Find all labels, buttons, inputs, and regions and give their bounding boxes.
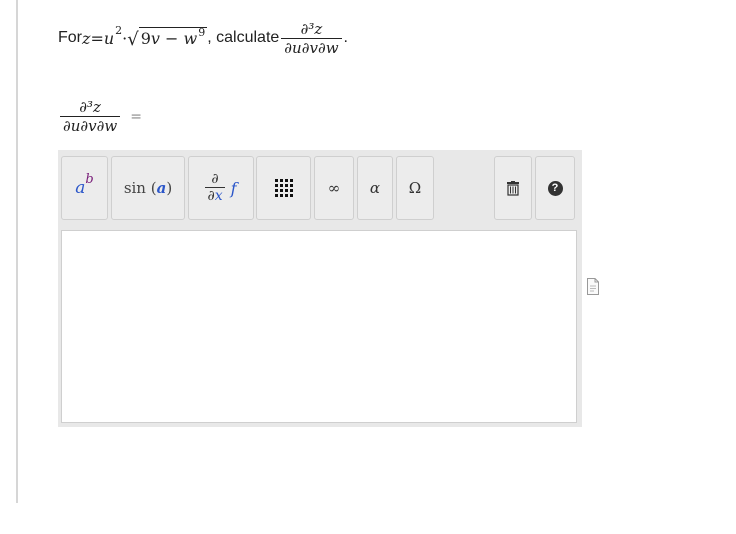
alpha-button[interactable]: α [357, 156, 393, 220]
sin-arg: a [156, 179, 167, 197]
u-exponent: 2 [115, 23, 123, 37]
var-w: w [183, 29, 198, 48]
power-base: a [75, 178, 86, 198]
trash-icon [507, 180, 519, 196]
left-divider [16, 0, 18, 503]
var-u: u [103, 28, 115, 48]
derivative-bottom-x: x [214, 188, 223, 204]
help-button[interactable]: ? [535, 156, 575, 220]
function-button[interactable]: sin (a) [111, 156, 185, 220]
math-editor: ab sin (a) ∂ ∂x f ∞ α Ω ? [58, 150, 582, 427]
equals-sign: = [90, 28, 104, 48]
radicand: 9v − w9 [138, 26, 208, 49]
derivative-symbol: ∂ ∂x [205, 171, 225, 205]
infinity-icon: ∞ [327, 179, 341, 197]
answer-equals: = [130, 108, 142, 125]
square-root: √ 9v − w9 [127, 26, 208, 50]
omega-button[interactable]: Ω [396, 156, 434, 220]
clear-button[interactable] [494, 156, 532, 220]
answer-input[interactable] [61, 230, 577, 423]
matrix-button[interactable] [256, 156, 311, 220]
document-icon[interactable] [587, 278, 599, 300]
w-exponent: 9 [198, 26, 206, 39]
derivative-f: f [230, 178, 237, 198]
power-button[interactable]: ab [61, 156, 108, 220]
answer-numerator: ∂³z [79, 98, 101, 116]
question-prefix: For [58, 29, 82, 46]
question-suffix: . [343, 29, 348, 46]
var-v: v [150, 29, 160, 48]
derivative-denominator: ∂u∂v∂w [281, 37, 342, 57]
minus-sign: − [159, 29, 184, 48]
derivative-fraction: ∂³z ∂u∂v∂w [281, 19, 342, 57]
derivative-top: ∂ [211, 171, 219, 187]
question-middle: , calculate [207, 29, 280, 46]
answer-denominator: ∂u∂v∂w [60, 116, 121, 135]
sin-name: sin [123, 179, 146, 197]
matrix-icon [274, 179, 293, 197]
power-exponent: b [85, 171, 94, 187]
derivative-bottom: ∂x [205, 187, 225, 205]
var-z: z [82, 28, 91, 48]
sin-label: sin (a) [123, 179, 173, 197]
alpha-icon: α [369, 179, 381, 197]
radical-sign: √ [127, 29, 139, 50]
answer-label: ∂³z ∂u∂v∂w = [58, 98, 142, 135]
derivative-numerator: ∂³z [300, 19, 323, 38]
help-icon: ? [547, 180, 563, 196]
derivative-button[interactable]: ∂ ∂x f [188, 156, 254, 220]
radicand-coef: 9 [140, 29, 151, 48]
question-text: For z = u2 · √ 9v − w9 , calculate ∂³z ∂… [58, 18, 348, 58]
derivative-bottom-d: ∂ [207, 188, 215, 204]
infinity-button[interactable]: ∞ [314, 156, 354, 220]
answer-derivative: ∂³z ∂u∂v∂w [60, 98, 121, 135]
omega-icon: Ω [408, 179, 422, 197]
